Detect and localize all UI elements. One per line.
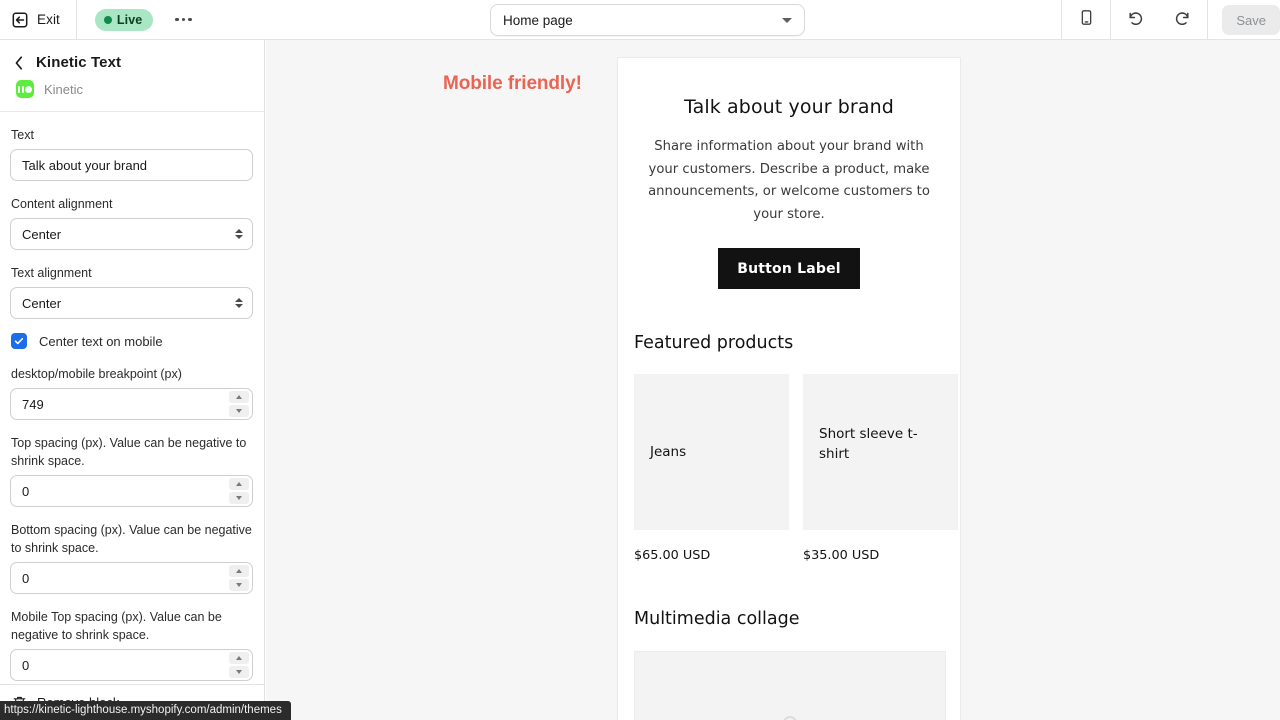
field-label: Top spacing (px). Value can be negative … bbox=[11, 436, 247, 468]
app-name-label: Kinetic bbox=[44, 81, 84, 97]
top-spacing-number-input[interactable]: 0 bbox=[10, 475, 253, 507]
settings-sidebar: Kinetic Text Kinetic Text Talk about you… bbox=[0, 40, 265, 720]
hero-cta-button[interactable]: Button Label bbox=[718, 248, 860, 290]
number-value[interactable]: 0 bbox=[10, 649, 253, 681]
more-options-button[interactable] bbox=[169, 6, 197, 34]
kinetic-app-icon bbox=[16, 80, 34, 98]
theme-preview-area: Mobile friendly! Talk about your brand S… bbox=[266, 40, 1280, 720]
hero-title: Talk about your brand bbox=[684, 96, 894, 118]
mobile-device-icon bbox=[1078, 9, 1095, 31]
live-label: Live bbox=[116, 12, 143, 27]
exit-button[interactable]: Exit bbox=[0, 0, 77, 39]
field-label: Mobile Top spacing (px). Value can be ne… bbox=[11, 610, 222, 642]
number-stepper[interactable] bbox=[229, 565, 249, 591]
undo-button[interactable] bbox=[1111, 0, 1159, 40]
chevron-left-icon[interactable] bbox=[14, 55, 24, 71]
stepper-down-button[interactable] bbox=[229, 579, 249, 591]
preview-device-frame: Talk about your brand Share information … bbox=[617, 57, 961, 720]
number-value[interactable]: 0 bbox=[10, 562, 253, 594]
field-bottom-spacing: Bottom spacing (px). Value can be negati… bbox=[10, 521, 253, 594]
number-stepper[interactable] bbox=[229, 391, 249, 417]
topbar-right-cluster: Save bbox=[1061, 0, 1280, 40]
content-alignment-select[interactable]: Center bbox=[10, 218, 253, 250]
exit-arrow-icon bbox=[12, 11, 30, 29]
status-badge-live: Live bbox=[94, 8, 154, 31]
stepper-up-button[interactable] bbox=[229, 652, 249, 664]
product-price: $35.00 USD bbox=[803, 548, 880, 564]
checkbox-label: Center text on mobile bbox=[39, 333, 163, 349]
multimedia-collage-heading: Multimedia collage bbox=[634, 609, 800, 630]
redo-button[interactable] bbox=[1159, 0, 1207, 40]
mobile-friendly-annotation: Mobile friendly! bbox=[443, 73, 582, 94]
number-value[interactable]: 749 bbox=[10, 388, 253, 420]
field-breakpoint: desktop/mobile breakpoint (px) 749 bbox=[10, 365, 253, 420]
field-text-alignment: Text alignment Center bbox=[10, 264, 253, 319]
field-content-alignment: Content alignment Center bbox=[10, 195, 253, 250]
select-updown-icon bbox=[235, 229, 243, 239]
product-card[interactable]: Short sleeve t-shirt $35.00 USD bbox=[803, 374, 958, 563]
page-title: Kinetic Text bbox=[36, 54, 122, 71]
select-updown-icon bbox=[235, 298, 243, 308]
field-label: Bottom spacing (px). Value can be negati… bbox=[11, 523, 252, 555]
number-value[interactable]: 0 bbox=[10, 475, 253, 507]
page-selector-value: Home page bbox=[503, 12, 573, 28]
stepper-up-button[interactable] bbox=[229, 478, 249, 490]
image-placeholder-icon bbox=[783, 716, 797, 720]
undo-arrow-icon bbox=[1125, 8, 1145, 33]
bottom-spacing-number-input[interactable]: 0 bbox=[10, 562, 253, 594]
stepper-up-button[interactable] bbox=[229, 391, 249, 403]
save-button[interactable]: Save bbox=[1222, 5, 1280, 35]
checkmark-icon bbox=[14, 337, 24, 345]
featured-products-grid: Jeans $65.00 USD Short sleeve t-shirt $3… bbox=[634, 374, 960, 563]
page-selector-control[interactable]: Home page bbox=[490, 4, 805, 36]
field-label: Text bbox=[11, 128, 34, 142]
number-stepper[interactable] bbox=[229, 478, 249, 504]
stepper-down-button[interactable] bbox=[229, 405, 249, 417]
stepper-down-button[interactable] bbox=[229, 492, 249, 504]
hero-paragraph: Share information about your brand with … bbox=[648, 139, 930, 222]
topbar-left-cluster: Exit Live bbox=[0, 0, 197, 39]
checkbox-box[interactable] bbox=[11, 333, 27, 349]
product-name: Jeans bbox=[650, 444, 687, 461]
center-text-on-mobile-checkbox[interactable]: Center text on mobile bbox=[11, 333, 253, 349]
field-label: Content alignment bbox=[11, 197, 113, 211]
hero-section: Talk about your brand Share information … bbox=[618, 58, 960, 290]
text-input[interactable]: Talk about your brand bbox=[10, 149, 253, 181]
more-horizontal-icon bbox=[175, 17, 192, 22]
stepper-up-button[interactable] bbox=[229, 565, 249, 577]
app-attribution[interactable]: Kinetic bbox=[14, 80, 250, 98]
settings-form: Text Talk about your brand Content align… bbox=[0, 112, 264, 720]
number-stepper[interactable] bbox=[229, 652, 249, 678]
exit-label: Exit bbox=[37, 12, 60, 27]
featured-products-heading: Featured products bbox=[634, 333, 794, 354]
field-mobile-top-spacing: Mobile Top spacing (px). Value can be ne… bbox=[10, 608, 253, 681]
field-label: Text alignment bbox=[11, 266, 92, 280]
breakpoint-number-input[interactable]: 749 bbox=[10, 388, 253, 420]
field-top-spacing: Top spacing (px). Value can be negative … bbox=[10, 434, 253, 507]
divider bbox=[1207, 0, 1209, 40]
mobile-preview-button[interactable] bbox=[1062, 0, 1110, 40]
product-price: $65.00 USD bbox=[634, 548, 711, 564]
sidebar-title-row: Kinetic Text bbox=[14, 54, 250, 71]
select-value: Center bbox=[22, 295, 62, 311]
text-alignment-select[interactable]: Center bbox=[10, 287, 253, 319]
sidebar-header: Kinetic Text Kinetic bbox=[0, 40, 264, 112]
product-image-placeholder: Jeans bbox=[634, 374, 789, 531]
product-image-placeholder: Short sleeve t-shirt bbox=[803, 374, 958, 531]
product-name: Short sleeve t-shirt bbox=[819, 426, 918, 463]
mobile-top-spacing-number-input[interactable]: 0 bbox=[10, 649, 253, 681]
top-bar: Exit Live Home page Save bbox=[0, 0, 1280, 40]
page-selector[interactable]: Home page bbox=[490, 4, 805, 36]
multimedia-collage-placeholder bbox=[634, 651, 946, 720]
chevron-down-icon bbox=[782, 17, 792, 23]
field-label: desktop/mobile breakpoint (px) bbox=[11, 367, 182, 381]
live-status-dot bbox=[103, 15, 112, 24]
product-card[interactable]: Jeans $65.00 USD bbox=[634, 374, 789, 563]
redo-arrow-icon bbox=[1173, 8, 1193, 33]
stepper-down-button[interactable] bbox=[229, 666, 249, 678]
select-value: Center bbox=[22, 226, 62, 242]
status-bar-url: https://kinetic-lighthouse.myshopify.com… bbox=[0, 701, 291, 720]
field-text: Text Talk about your brand bbox=[10, 126, 253, 181]
